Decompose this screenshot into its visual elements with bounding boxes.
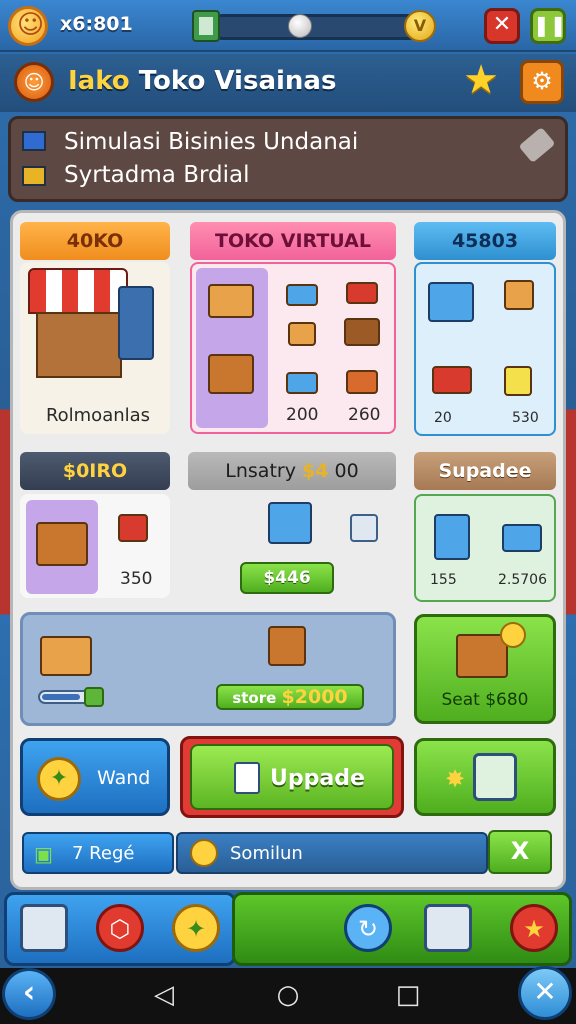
dismiss-button[interactable]: X bbox=[488, 830, 552, 874]
settings-button[interactable]: ⚙ bbox=[520, 60, 564, 104]
gift-button[interactable]: ✸ bbox=[414, 738, 556, 816]
blue-item-icon bbox=[286, 284, 318, 306]
shield-icon[interactable]: ⬡ bbox=[96, 904, 144, 952]
upgrade-value-2: 2.5706 bbox=[498, 572, 547, 588]
grey-package-icon bbox=[350, 514, 378, 542]
level-progress-bar bbox=[210, 14, 428, 40]
system-recents-icon[interactable]: □ bbox=[388, 980, 428, 1010]
pause-button[interactable]: ❚❚ bbox=[530, 8, 567, 44]
crate-icon bbox=[208, 284, 254, 318]
market-stall-icon bbox=[36, 312, 122, 378]
barrel-icon bbox=[504, 280, 534, 310]
blue-package-icon bbox=[268, 502, 312, 544]
clock-coin-icon bbox=[190, 839, 218, 867]
retail-card-label: Rolmoanlas bbox=[45, 405, 151, 426]
chest-icon bbox=[344, 318, 380, 346]
inventory-box-icon[interactable] bbox=[20, 904, 68, 952]
fridge-icon bbox=[434, 514, 470, 560]
star-icon[interactable]: ★ bbox=[460, 60, 502, 102]
upgrade-label: Uppade bbox=[270, 766, 365, 791]
simulation-bar[interactable]: Somilun bbox=[176, 832, 488, 874]
orange-crate-icon bbox=[346, 370, 378, 394]
simulation-label: Somilun bbox=[230, 843, 303, 864]
gold-coin-icon[interactable]: V bbox=[404, 10, 436, 42]
reward-chip[interactable]: ▣ 7 Regé bbox=[22, 832, 174, 874]
shop-badge-icon: ☺ bbox=[14, 62, 54, 102]
stock-slider-fill bbox=[42, 694, 80, 700]
sun-avatar-icon[interactable] bbox=[8, 6, 48, 46]
open-box-icon bbox=[40, 636, 92, 676]
yellow-note-icon bbox=[22, 166, 46, 186]
wand-icon: ✦ bbox=[37, 757, 81, 801]
coin-icon bbox=[500, 622, 526, 648]
wand-button[interactable]: ✦ Wand bbox=[20, 738, 170, 816]
blue-crate-icon bbox=[286, 372, 318, 394]
shop-sign-icon bbox=[118, 286, 154, 360]
cart-cargo-icon bbox=[268, 626, 306, 666]
yellow-box-icon bbox=[504, 366, 532, 396]
money-card-header[interactable]: $0IRO bbox=[20, 452, 170, 490]
market-stall-roof bbox=[28, 268, 128, 314]
back-arrow-icon[interactable]: ‹ bbox=[2, 968, 56, 1020]
fruit-crate-icon bbox=[36, 522, 88, 566]
inventory-buy-button[interactable]: $446 bbox=[240, 562, 334, 594]
treasure-chest-icon bbox=[456, 634, 508, 678]
cash-icon: ▣ bbox=[34, 842, 53, 866]
card-icon bbox=[234, 762, 260, 794]
subtitle-line-1: Simulasi Bisinies Undanai bbox=[64, 129, 359, 155]
cart-icon bbox=[118, 514, 148, 542]
compass-icon[interactable]: ✦ bbox=[172, 904, 220, 952]
red-item-icon bbox=[346, 282, 378, 304]
upgrade-value-1: 155 bbox=[430, 572, 457, 588]
red-gift-icon bbox=[432, 366, 472, 394]
pearl-icon bbox=[288, 14, 312, 38]
blue-note-icon bbox=[22, 131, 46, 151]
money-price: 350 bbox=[120, 569, 153, 589]
bonus-value-2: 530 bbox=[512, 410, 539, 426]
book-icon[interactable] bbox=[192, 10, 220, 42]
close-circle-icon[interactable]: ✕ bbox=[518, 966, 572, 1020]
reward-label: 7 Regé bbox=[72, 843, 135, 864]
virtual-price-2: 260 bbox=[348, 405, 381, 425]
wand-label: Wand bbox=[97, 767, 151, 789]
system-home-icon[interactable]: ○ bbox=[268, 980, 308, 1010]
page-title: Iako Toko Visainas bbox=[68, 66, 337, 96]
crate-nav-icon[interactable] bbox=[424, 904, 472, 952]
close-button[interactable]: ✕ bbox=[484, 8, 520, 44]
star-badge-icon[interactable]: ★ bbox=[510, 904, 558, 952]
inventory-header[interactable]: Lnsatry $4 00 bbox=[188, 452, 396, 490]
bonus-card-header[interactable]: 45803 bbox=[414, 222, 556, 260]
store-buy-button[interactable]: store $2000 bbox=[216, 684, 364, 710]
bonus-value-1: 20 bbox=[434, 410, 452, 426]
subtitle-line-2: Syrtadma Brdial bbox=[64, 162, 250, 188]
scanner-icon bbox=[502, 524, 542, 552]
spark-icon: ✸ bbox=[445, 765, 466, 793]
upgrades-header[interactable]: Supadee bbox=[414, 452, 556, 490]
produce-crate-icon bbox=[208, 354, 254, 394]
sell-label: Seat $680 bbox=[441, 690, 529, 710]
virtual-shop-header[interactable]: TOKO VIRTUAL bbox=[190, 222, 396, 260]
refresh-icon[interactable]: ↻ bbox=[344, 904, 392, 952]
coin-counter: x6:801 bbox=[60, 13, 133, 35]
retail-card-header[interactable]: 40KO bbox=[20, 222, 170, 260]
small-box-icon bbox=[288, 322, 316, 346]
virtual-price-1: 200 bbox=[286, 405, 319, 425]
gift-box-icon bbox=[473, 753, 517, 801]
blue-chest-icon bbox=[428, 282, 474, 322]
stock-slider-handle[interactable] bbox=[84, 687, 104, 707]
system-back-icon[interactable]: ◁ bbox=[144, 980, 184, 1010]
upgrade-button[interactable]: Uppade bbox=[190, 744, 394, 810]
